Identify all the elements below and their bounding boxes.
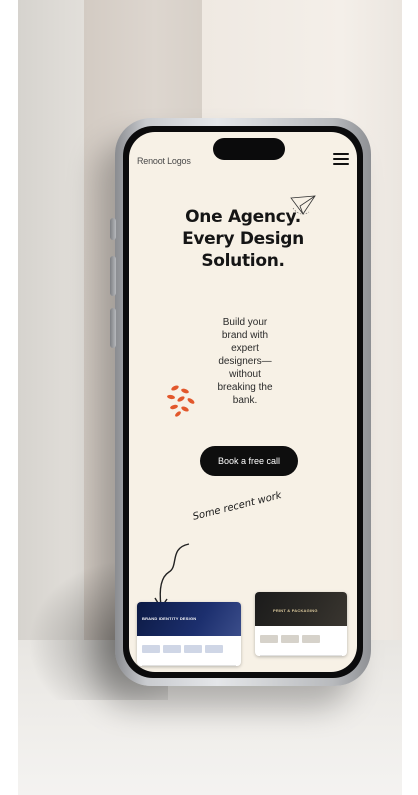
portfolio-card-title: PRINT & PACKAGING [273,608,318,613]
headline-line-2: Every Design [182,229,304,249]
phone-side-button [110,218,116,240]
hamburger-icon[interactable] [333,153,349,165]
site-logo[interactable]: Renoot Logos [137,156,191,166]
headline-line-3: Solution. [201,251,285,271]
recent-work-label: Some recent work [191,490,283,523]
phone-screen: Renoot Logos One Agency. Every Design So… [129,132,357,672]
photo-backdrop: Renoot Logos One Agency. Every Design So… [18,0,402,795]
hero-subcopy: Build your brand with expert designers—w… [217,317,273,406]
headline-line-1: One Agency. [185,207,301,227]
portfolio-card[interactable]: PRINT & PACKAGING [255,592,347,656]
phone-side-button [110,308,116,348]
hero-headline: One Agency. Every Design Solution. [129,206,357,272]
orange-scribble-icon [167,385,195,417]
dynamic-island [213,138,285,160]
book-call-button[interactable]: Book a free call [200,446,298,476]
portfolio-card[interactable]: BRAND IDENTITY DESIGN [137,602,241,666]
phone-device: Renoot Logos One Agency. Every Design So… [110,118,371,686]
phone-side-button [110,256,116,296]
portfolio-card-title: BRAND IDENTITY DESIGN [142,616,197,621]
